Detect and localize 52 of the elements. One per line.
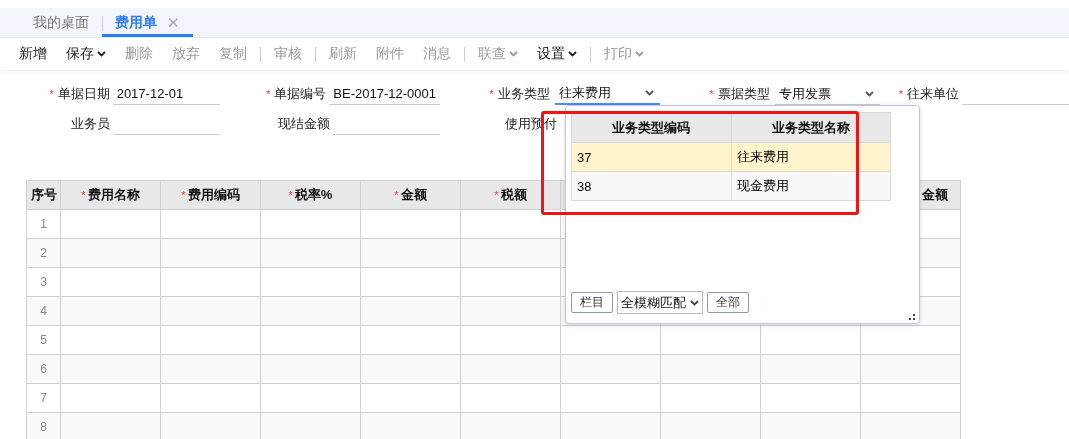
column-header: *费用名称 <box>60 180 161 210</box>
input-field[interactable]: BE-2017-12-0001 <box>329 83 440 105</box>
columns-button[interactable]: 栏目 <box>571 292 613 313</box>
input-field[interactable]: 2017-12-01 <box>112 83 220 105</box>
option-row[interactable]: 37 往来费用 <box>571 142 891 172</box>
column-header: *金额 <box>360 180 461 210</box>
chevron-down-icon <box>635 51 644 57</box>
row-number: 3 <box>26 267 61 297</box>
required-mark: * <box>489 88 494 100</box>
toolbar-button[interactable]: 设置 <box>537 45 577 63</box>
column-header: *费用编码 <box>160 180 261 210</box>
row-number: 6 <box>26 354 61 384</box>
resize-grip-icon[interactable] <box>909 314 915 320</box>
field-label: 往来单位 <box>907 85 960 103</box>
required-mark: * <box>266 88 271 100</box>
toolbar-button[interactable]: 新增 <box>19 45 47 63</box>
table-cell: 现金费用 <box>731 171 891 201</box>
column-header: 业务类型名称 <box>731 112 891 143</box>
table-cell: 往来费用 <box>731 142 891 172</box>
column-header: 业务类型编码 <box>571 112 731 143</box>
field-label: 业务员 <box>70 115 110 133</box>
toolbar-button[interactable]: 保存 <box>66 45 106 63</box>
required-mark: * <box>709 88 714 100</box>
field-label: 单据编号 <box>274 85 327 103</box>
column-header: 序号 <box>26 180 61 210</box>
field-label: 业务类型 <box>497 85 550 103</box>
column-header: *税额 <box>460 180 561 210</box>
row-number: 7 <box>26 383 61 413</box>
match-mode-select[interactable]: 全模糊匹配 <box>617 291 703 314</box>
field-label: 现结金额 <box>277 115 330 133</box>
all-button[interactable]: 全部 <box>707 292 749 313</box>
chevron-down-icon <box>568 51 577 57</box>
chevron-down-icon <box>97 51 106 57</box>
tab[interactable]: 我的桌面 <box>20 8 102 37</box>
row-number: 4 <box>26 296 61 326</box>
required-mark: * <box>898 88 904 100</box>
field-label: 票据类型 <box>717 85 770 103</box>
chevron-down-icon <box>509 51 518 57</box>
required-mark: * <box>49 88 54 100</box>
row-number: 5 <box>26 325 61 355</box>
tab[interactable]: 费用单 ✕ <box>102 8 193 37</box>
row-number: 8 <box>26 412 61 439</box>
row-number: 1 <box>26 209 61 239</box>
table-cell: 38 <box>571 171 731 201</box>
option-row[interactable]: 38 现金费用 <box>571 171 891 201</box>
field-label: 单据日期 <box>57 85 110 103</box>
column-header: *税率% <box>260 180 361 210</box>
chevron-down-icon <box>645 90 654 96</box>
table-cell: 37 <box>571 142 731 172</box>
chevron-down-icon <box>865 90 874 97</box>
row-number: 2 <box>26 238 61 268</box>
chevron-down-icon <box>690 299 699 306</box>
